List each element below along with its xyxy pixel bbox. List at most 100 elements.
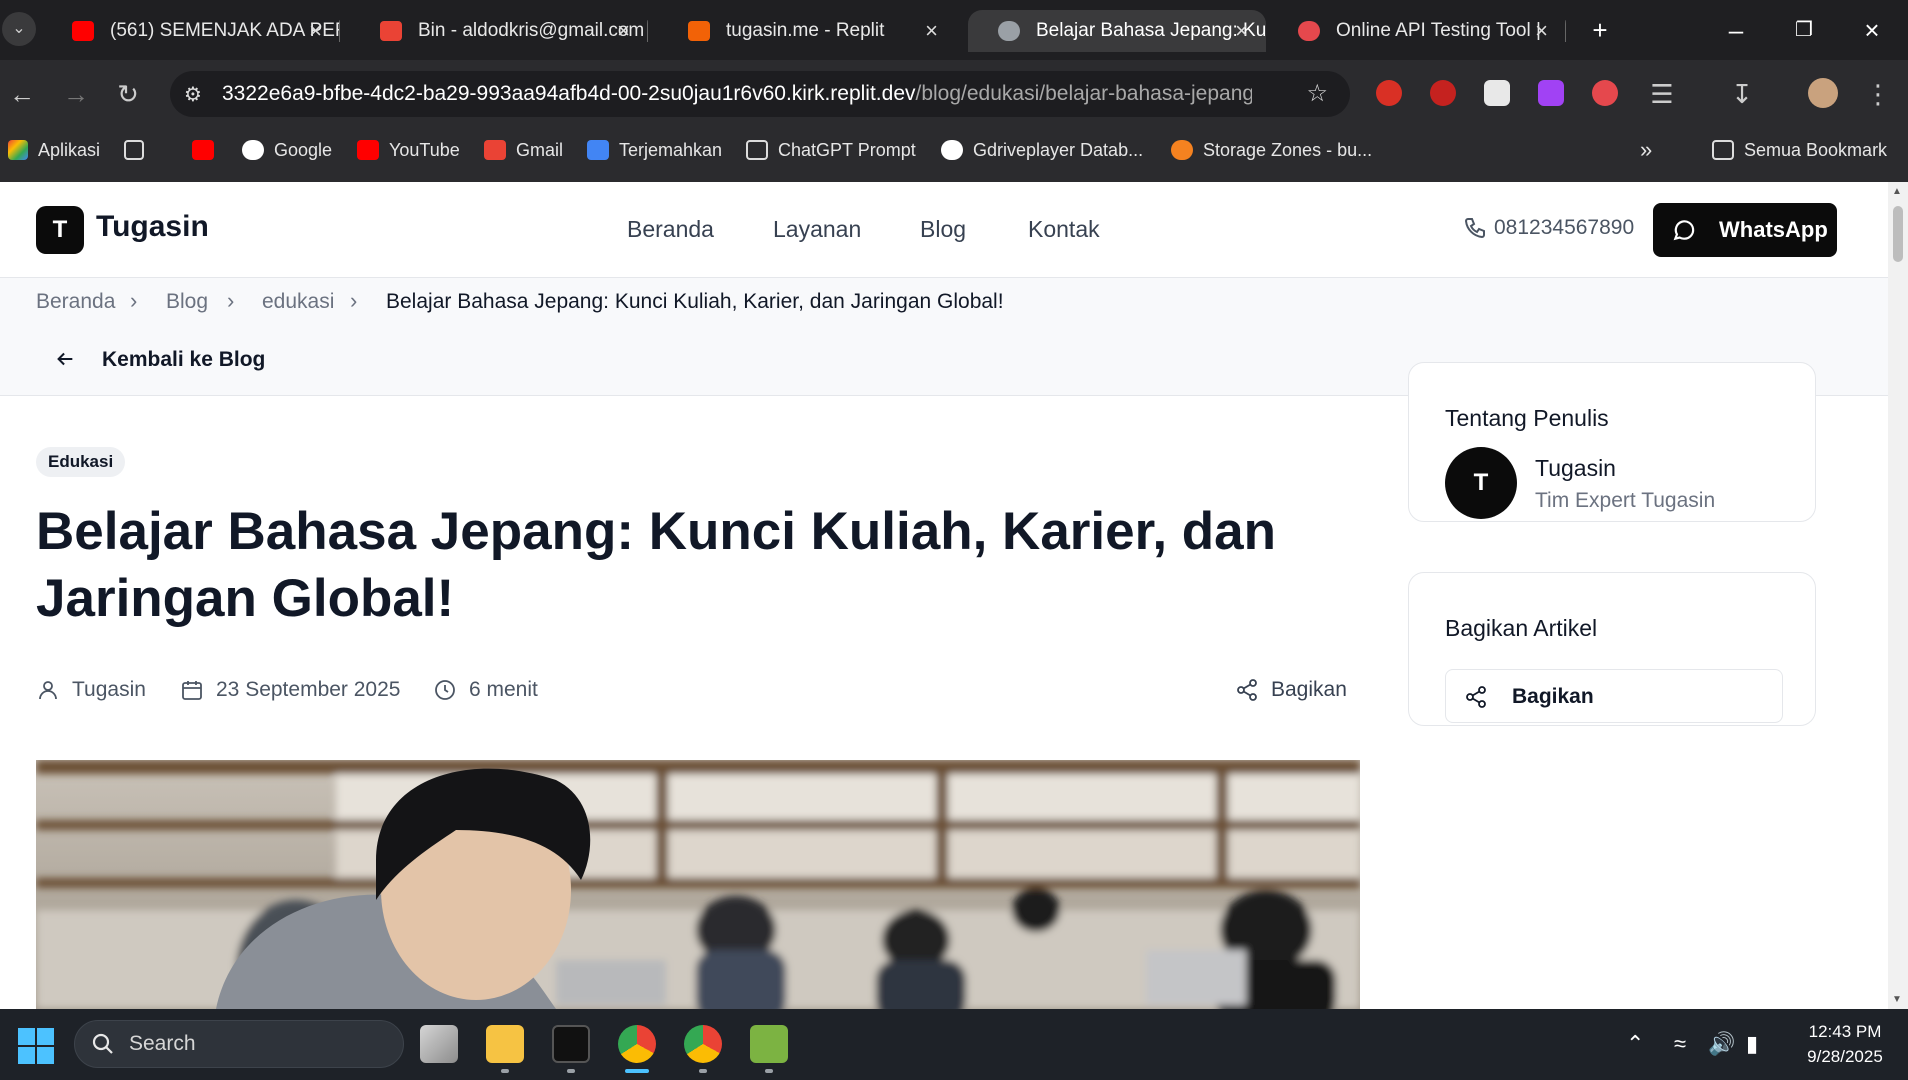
adblock-extension-icon[interactable]	[1376, 80, 1402, 106]
phone-icon	[1464, 218, 1485, 239]
gradient-extension-icon[interactable]	[1538, 80, 1564, 106]
author-avatar: T	[1445, 447, 1517, 519]
bookmark-youtube[interactable]: YouTube	[357, 136, 460, 164]
gmail-icon	[484, 140, 506, 160]
volume-icon[interactable]: 🔊	[1708, 1031, 1735, 1057]
bookmark-star-icon[interactable]: ☆	[1306, 79, 1328, 108]
nav-layanan[interactable]: Layanan	[773, 216, 861, 243]
more-bookmarks-icon[interactable]: »	[1640, 136, 1652, 164]
minimize-icon[interactable]: –	[1720, 14, 1752, 46]
site-name[interactable]: Tugasin	[96, 210, 209, 244]
author-role: Tim Expert Tugasin	[1535, 489, 1716, 512]
extensions-puzzle-icon[interactable]: ☰	[1646, 78, 1678, 110]
user-icon	[39, 681, 57, 700]
share-article-button[interactable]: Bagikan	[1445, 669, 1783, 723]
forward-arrow-icon[interactable]: →	[60, 78, 92, 110]
site-info-icon[interactable]: ⚙	[184, 82, 202, 107]
new-tab-button[interactable]: +	[1584, 14, 1616, 46]
wifi-icon[interactable]: ≈	[1674, 1031, 1686, 1057]
folder-icon	[746, 140, 768, 160]
back-arrow-icon[interactable]: ←	[6, 78, 38, 110]
meta-date-text: 23 September 2025	[216, 678, 401, 701]
chevron-right-icon: ›	[350, 288, 358, 313]
tab-belajar-bahasa-jepang[interactable]: Belajar Bahasa Jepang: Kunci ×	[968, 10, 1266, 52]
system-clock[interactable]: 12:43 PM 9/28/2025	[1790, 1019, 1900, 1069]
chrome-icon[interactable]	[618, 1025, 656, 1063]
bookmark-chatgpt-prompt[interactable]: ChatGPT Prompt	[746, 136, 916, 164]
scroll-down-arrow[interactable]: ▼	[1892, 994, 1902, 1005]
windows-start-icon[interactable]	[18, 1028, 54, 1064]
download-icon[interactable]: ↧	[1726, 78, 1758, 110]
bookmark-storage-zones[interactable]: Storage Zones - bu...	[1171, 136, 1372, 164]
share-link[interactable]: Bagikan	[1235, 678, 1347, 702]
author-name: Tugasin	[1535, 455, 1616, 481]
show-hidden-icons-chevron[interactable]: ⌃	[1626, 1031, 1644, 1057]
clock-date: 9/28/2025	[1807, 1047, 1883, 1066]
tab-api-testing[interactable]: Online API Testing Tool | ×	[1268, 10, 1566, 52]
bookmark-terjemahkan[interactable]: Terjemahkan	[587, 136, 722, 164]
reload-icon[interactable]: ↻	[112, 78, 144, 110]
back-to-blog-link[interactable]: Kembali ke Blog	[54, 348, 265, 372]
file-explorer-icon[interactable]	[486, 1025, 524, 1063]
share-icon	[1466, 686, 1486, 708]
whatsapp-button[interactable]: WhatsApp	[1653, 203, 1837, 257]
tab-title: Bin - aldodkris@gmail.com	[418, 20, 645, 41]
breadcrumb-edukasi[interactable]: edukasi	[262, 290, 334, 314]
tab-title: tugasin.me - Replit	[726, 20, 885, 41]
tab-gmail[interactable]: Bin - aldodkris@gmail.com ×	[350, 10, 648, 52]
task-view-icon[interactable]	[420, 1025, 458, 1063]
all-bookmarks-folder[interactable]: Semua Bookmark	[1712, 136, 1887, 164]
grid-icon	[124, 140, 144, 160]
close-tab-icon[interactable]: ×	[925, 10, 938, 52]
close-tab-icon[interactable]: ×	[1235, 10, 1248, 52]
bookmark-gmail[interactable]: Gmail	[484, 136, 563, 164]
notepad-icon[interactable]	[750, 1025, 788, 1063]
restore-icon[interactable]: ❐	[1788, 14, 1820, 46]
nav-blog[interactable]: Blog	[920, 216, 966, 243]
logo-mark[interactable]: T	[36, 206, 84, 254]
close-window-icon[interactable]: ×	[1856, 14, 1888, 46]
close-tab-icon[interactable]: ×	[1535, 10, 1548, 52]
apps-grid-icon	[8, 140, 28, 160]
bookmark-aplikasi[interactable]: Aplikasi	[8, 136, 100, 164]
bookmark-youtube-icon-only[interactable]	[192, 136, 218, 164]
page-scrollbar[interactable]: ▲ ▼	[1888, 182, 1908, 1009]
bookmark-label: Google	[274, 140, 333, 160]
site-header: T Tugasin Beranda Layanan Blog Kontak 08…	[0, 182, 1888, 278]
youtube-icon	[192, 140, 214, 160]
seo-extension-icon[interactable]	[1430, 80, 1456, 106]
scroll-up-arrow[interactable]: ▲	[1892, 186, 1902, 197]
scroll-thumb[interactable]	[1893, 206, 1903, 262]
browser-chrome: ⌄ (561) SEMENJAK ADA PEREMPUAN × Bin - a…	[0, 0, 1908, 182]
api-extension-icon[interactable]	[1592, 80, 1618, 106]
tab-youtube[interactable]: (561) SEMENJAK ADA PEREMPUAN ×	[42, 10, 340, 52]
profile-avatar[interactable]	[1808, 78, 1838, 108]
terminal-icon[interactable]	[552, 1025, 590, 1063]
nav-beranda[interactable]: Beranda	[627, 216, 714, 243]
bookmark-label: Semua Bookmark	[1744, 140, 1888, 160]
category-badge[interactable]: Edukasi	[36, 447, 126, 477]
chrome-profile-icon[interactable]	[684, 1025, 722, 1063]
phone-link[interactable]: 081234567890	[1462, 216, 1634, 240]
bookmark-label: ChatGPT Prompt	[778, 140, 916, 160]
qr-code-extension-icon[interactable]	[1484, 80, 1510, 106]
tab-replit[interactable]: tugasin.me - Replit ×	[658, 10, 956, 52]
bookmark-gdriveplayer[interactable]: Gdriveplayer Datab...	[941, 136, 1143, 164]
url-text[interactable]: 3322e6a9-bfbe-4dc2-ba29-993aa94afb4d-00-…	[222, 71, 1252, 117]
battery-icon[interactable]: ▮	[1746, 1031, 1758, 1057]
close-tab-icon[interactable]: ×	[309, 10, 322, 52]
close-tab-icon[interactable]: ×	[617, 10, 630, 52]
breadcrumb-blog[interactable]: Blog	[166, 290, 208, 314]
active-indicator	[625, 1069, 649, 1073]
replit-icon	[688, 21, 710, 41]
menu-kebab-icon[interactable]: ⋮	[1862, 78, 1894, 110]
bookmark-label: Gdriveplayer Datab...	[973, 140, 1144, 160]
breadcrumb-beranda[interactable]: Beranda	[36, 290, 115, 314]
bookmark-grid[interactable]	[124, 136, 146, 164]
taskbar-search[interactable]: Search	[74, 1020, 404, 1068]
search-icon	[92, 1033, 113, 1054]
tab-search-button[interactable]: ⌄	[2, 12, 36, 46]
address-bar[interactable]: ⚙ 3322e6a9-bfbe-4dc2-ba29-993aa94afb4d-0…	[170, 71, 1350, 117]
nav-kontak[interactable]: Kontak	[1028, 216, 1100, 243]
bookmark-google[interactable]: Google	[242, 136, 332, 164]
